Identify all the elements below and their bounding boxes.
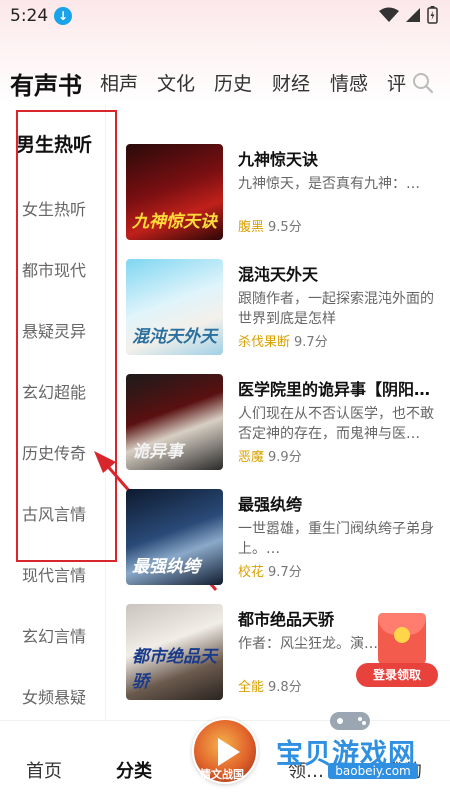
signal-icon <box>406 8 420 22</box>
cover-title: 九神惊天诀 <box>132 212 217 232</box>
tab-finance[interactable]: 财经 <box>272 69 310 96</box>
book-item[interactable]: 九神惊天诀 九神惊天诀 九神惊天，是否真有九神：… 腹黑 9.5分 <box>126 144 436 240</box>
login-reward-float[interactable]: 登录领取 <box>356 613 438 687</box>
book-author: 全能 <box>238 680 265 695</box>
book-item[interactable]: 诡异事 医学院里的诡异事【阴阳… 人们现在从不否认医学，也不敢否定神的存在，而鬼… <box>126 374 436 470</box>
book-cover: 诡异事 <box>126 374 223 470</box>
book-author: 校花 <box>238 565 265 580</box>
battery-icon <box>427 6 438 24</box>
book-cover: 九神惊天诀 <box>126 144 223 240</box>
watermark-url: baobeiy.com <box>328 763 418 779</box>
sidebar-item-female-suspense[interactable]: 女频悬疑 <box>0 684 106 708</box>
login-reward-button[interactable]: 登录领取 <box>356 663 438 687</box>
tab-review[interactable]: 评 <box>387 69 406 96</box>
status-time: 5:24 <box>10 6 49 26</box>
wifi-icon <box>379 7 399 22</box>
cover-title: 都市绝品天骄 <box>132 647 217 692</box>
book-desc: 跟随作者，一起探索混沌外面的世界到底是怎样 <box>238 291 434 327</box>
watermark: 宝贝游戏网 baobeiy.com <box>276 712 446 790</box>
book-score: 9.5分 <box>268 220 302 235</box>
book-score: 9.7分 <box>294 335 328 350</box>
book-desc: 九神惊天，是否真有九神：… <box>238 176 420 192</box>
cover-title: 诡异事 <box>132 442 183 462</box>
book-item[interactable]: 最强纨绔 最强纨绔 一世嚣雄，重生门阀纨绔子弟身上。… 校花 9.7分 <box>126 489 436 585</box>
tab-audiobook[interactable]: 有声书 <box>10 66 82 101</box>
book-desc: 人们现在从不否认医学，也不敢否定神的存在，而鬼神与医… <box>238 406 434 442</box>
top-tabs: 有声书 相声 文化 历史 财经 情感 评 <box>0 34 450 104</box>
nav-category[interactable]: 分类 <box>116 757 152 783</box>
status-icons <box>379 6 438 24</box>
red-envelope-icon <box>378 613 426 665</box>
annotation-box <box>16 110 117 562</box>
book-score: 9.8分 <box>268 680 302 695</box>
nav-home[interactable]: 首页 <box>26 757 62 783</box>
book-title: 混沌天外天 <box>238 265 319 284</box>
tab-crosstalk[interactable]: 相声 <box>100 69 138 96</box>
tab-emotion[interactable]: 情感 <box>330 69 368 96</box>
book-author: 腹黑 <box>238 220 265 235</box>
sidebar-item-fantasy-romance[interactable]: 玄幻言情 <box>0 623 106 647</box>
tab-culture[interactable]: 文化 <box>157 69 195 96</box>
book-meta: 校花 9.7分 <box>238 561 302 580</box>
book-author: 恶魔 <box>238 450 265 465</box>
gamepad-icon <box>330 712 370 730</box>
now-playing-button[interactable]: 情文战国 <box>192 718 258 784</box>
book-meta: 全能 9.8分 <box>238 676 302 695</box>
status-bar: 5:24 ↓ <box>0 0 450 34</box>
book-cover: 混沌天外天 <box>126 259 223 355</box>
book-desc: 一世嚣雄，重生门阀纨绔子弟身上。… <box>238 521 434 557</box>
book-cover: 最强纨绔 <box>126 489 223 585</box>
book-score: 9.9分 <box>268 450 302 465</box>
cover-title: 最强纨绔 <box>132 557 200 577</box>
now-playing-text: 情文战国 <box>200 768 244 781</box>
book-title: 九神惊天诀 <box>238 150 319 169</box>
book-score: 9.7分 <box>268 565 302 580</box>
book-meta: 恶魔 9.9分 <box>238 446 302 465</box>
book-author: 杀伐果断 <box>238 335 291 350</box>
book-cover: 都市绝品天骄 <box>126 604 223 700</box>
book-title: 医学院里的诡异事【阴阳… <box>238 380 431 399</box>
search-icon[interactable] <box>412 72 434 94</box>
book-meta: 杀伐果断 9.7分 <box>238 331 328 350</box>
download-icon: ↓ <box>54 7 72 25</box>
tab-history[interactable]: 历史 <box>214 69 252 96</box>
cover-title: 混沌天外天 <box>132 327 217 347</box>
sidebar-item-modern-romance[interactable]: 现代言情 <box>0 562 106 586</box>
book-item[interactable]: 混沌天外天 混沌天外天 跟随作者，一起探索混沌外面的世界到底是怎样 杀伐果断 9.… <box>126 259 436 355</box>
book-title: 最强纨绔 <box>238 495 303 514</box>
book-meta: 腹黑 9.5分 <box>238 216 302 235</box>
play-icon <box>218 738 240 766</box>
